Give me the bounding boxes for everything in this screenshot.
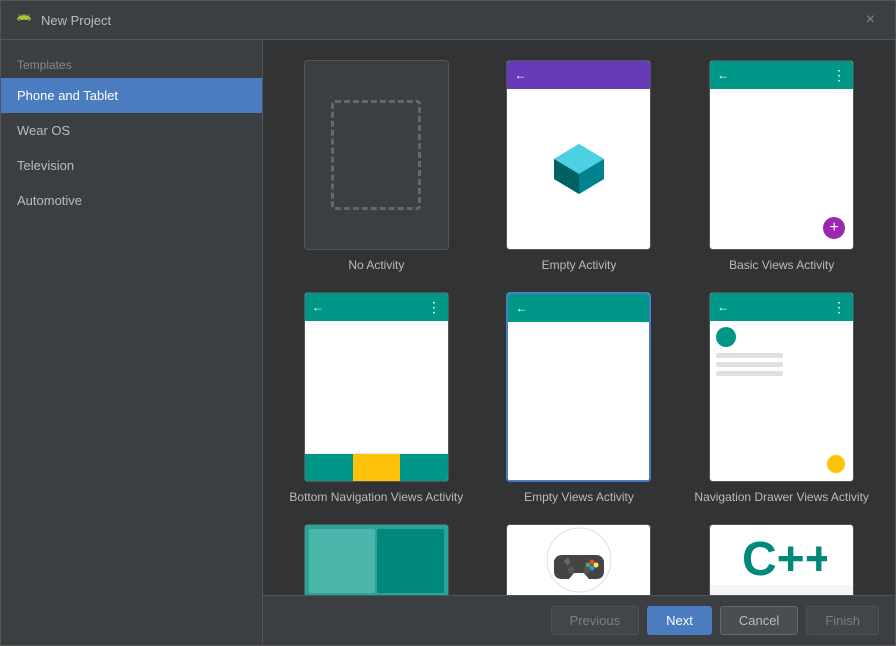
- fab-button: +: [823, 217, 845, 239]
- teal-cell-2: [377, 529, 444, 593]
- nav-drawer-label: Navigation Drawer Views Activity: [694, 490, 869, 504]
- sidebar-section-label: Templates: [1, 48, 262, 78]
- template-responsive-views[interactable]: ↗ Responsive Views Activity: [283, 524, 470, 595]
- sidebar-item-automotive[interactable]: Automotive: [1, 183, 262, 218]
- drawer-panel: [710, 321, 789, 481]
- drawer-line-1: [716, 353, 783, 358]
- back-arrow-icon: ←: [513, 68, 527, 82]
- sidebar-item-television[interactable]: Television: [1, 148, 262, 183]
- nav-item-2: [353, 454, 401, 481]
- nav-drawer-mock: ← ⋮: [710, 293, 853, 481]
- empty-views-mock: ←: [508, 294, 649, 480]
- nav-drawer-toolbar: ← ⋮: [710, 293, 853, 321]
- footer: Previous Next Cancel Finish: [263, 595, 895, 645]
- game-icon-container: [507, 525, 650, 595]
- title-bar: New Project ×: [1, 1, 895, 40]
- main-content: No Activity ←: [263, 40, 895, 645]
- finish-button[interactable]: Finish: [806, 606, 879, 635]
- native-cpp-thumb: C++: [709, 524, 854, 595]
- template-bottom-nav[interactable]: ← ⋮ Bottom Navigation Views Activity: [283, 292, 470, 504]
- dialog-content: Templates Phone and Tablet Wear OS Telev…: [1, 40, 895, 645]
- more-icon: ⋮: [832, 67, 847, 84]
- drawer-line-3: [716, 371, 783, 376]
- cpp-icon: C++: [737, 525, 827, 585]
- empty-views-label: Empty Views Activity: [524, 490, 634, 504]
- template-empty-activity[interactable]: ← Empty Act: [486, 60, 673, 272]
- bottom-nav-bar: [305, 453, 448, 481]
- no-activity-label: No Activity: [348, 258, 404, 272]
- drawer-line-2: [716, 362, 783, 367]
- sidebar: Templates Phone and Tablet Wear OS Telev…: [1, 40, 263, 645]
- drawer-fab: [827, 455, 845, 473]
- back-icon: ←: [716, 68, 730, 82]
- bottom-nav-label: Bottom Navigation Views Activity: [289, 490, 463, 504]
- template-game-activity[interactable]: Game Activity: [486, 524, 673, 595]
- cpp-container: C++: [710, 525, 853, 585]
- bottom-nav-mock: ← ⋮: [305, 293, 448, 481]
- basic-views-label: Basic Views Activity: [729, 258, 834, 272]
- bottom-nav-body: [305, 321, 448, 453]
- bottom-nav-toolbar: ← ⋮: [305, 293, 448, 321]
- empty-views-thumb: ←: [506, 292, 651, 482]
- templates-grid: No Activity ←: [263, 40, 895, 595]
- previous-button[interactable]: Previous: [551, 606, 640, 635]
- drawer-content: [789, 321, 853, 481]
- nav-item-1: [305, 454, 353, 481]
- more-icon4: ⋮: [832, 299, 847, 316]
- next-button[interactable]: Next: [647, 606, 712, 635]
- responsive-views-thumb: ↗: [304, 524, 449, 595]
- nav-drawer-body: [710, 321, 853, 481]
- more-icon2: ⋮: [427, 299, 442, 316]
- empty-activity-label: Empty Activity: [542, 258, 617, 272]
- title-bar-left: New Project: [15, 11, 111, 29]
- template-native-cpp[interactable]: C++ Native C++: [688, 524, 875, 595]
- basic-views-body: +: [710, 89, 853, 249]
- game-activity-thumb: [506, 524, 651, 595]
- cube-container: [507, 89, 650, 249]
- basic-views-toolbar: ← ⋮: [710, 61, 853, 89]
- back-icon3: ←: [514, 301, 528, 315]
- sidebar-item-phone-tablet[interactable]: Phone and Tablet: [1, 78, 262, 113]
- nav-item-3: [400, 454, 448, 481]
- close-button[interactable]: ×: [860, 9, 881, 31]
- dialog-title: New Project: [41, 13, 111, 28]
- sidebar-item-wear-os[interactable]: Wear OS: [1, 113, 262, 148]
- back-icon2: ←: [311, 300, 325, 314]
- teal-grid: [305, 525, 448, 595]
- empty-activity-thumb: ←: [506, 60, 651, 250]
- empty-activity-toolbar: ←: [507, 61, 650, 89]
- empty-activity-mock: ←: [507, 61, 650, 249]
- nav-drawer-thumb: ← ⋮: [709, 292, 854, 482]
- cancel-button[interactable]: Cancel: [720, 606, 798, 635]
- drawer-avatar: [716, 327, 736, 347]
- template-empty-views[interactable]: ← Empty Views Activity: [486, 292, 673, 504]
- no-activity-thumb: [304, 60, 449, 250]
- basic-views-thumb: ← ⋮ +: [709, 60, 854, 250]
- template-basic-views[interactable]: ← ⋮ + Basic Views Activity: [688, 60, 875, 272]
- new-project-dialog: New Project × Templates Phone and Tablet…: [0, 0, 896, 646]
- svg-text:C++: C++: [742, 533, 827, 585]
- bottom-nav-thumb: ← ⋮: [304, 292, 449, 482]
- template-no-activity[interactable]: No Activity: [283, 60, 470, 272]
- basic-views-mock: ← ⋮ +: [710, 61, 853, 249]
- teal-cell-1: [309, 529, 376, 593]
- empty-views-body: [508, 322, 649, 480]
- teal-grid-top: [305, 525, 448, 595]
- empty-views-toolbar: ←: [508, 294, 649, 322]
- dashed-box: [331, 100, 421, 210]
- android-icon: [15, 11, 33, 29]
- cube-svg: [549, 139, 609, 199]
- gamepad-icon: [544, 525, 614, 595]
- template-nav-drawer[interactable]: ← ⋮: [688, 292, 875, 504]
- back-icon4: ←: [716, 300, 730, 314]
